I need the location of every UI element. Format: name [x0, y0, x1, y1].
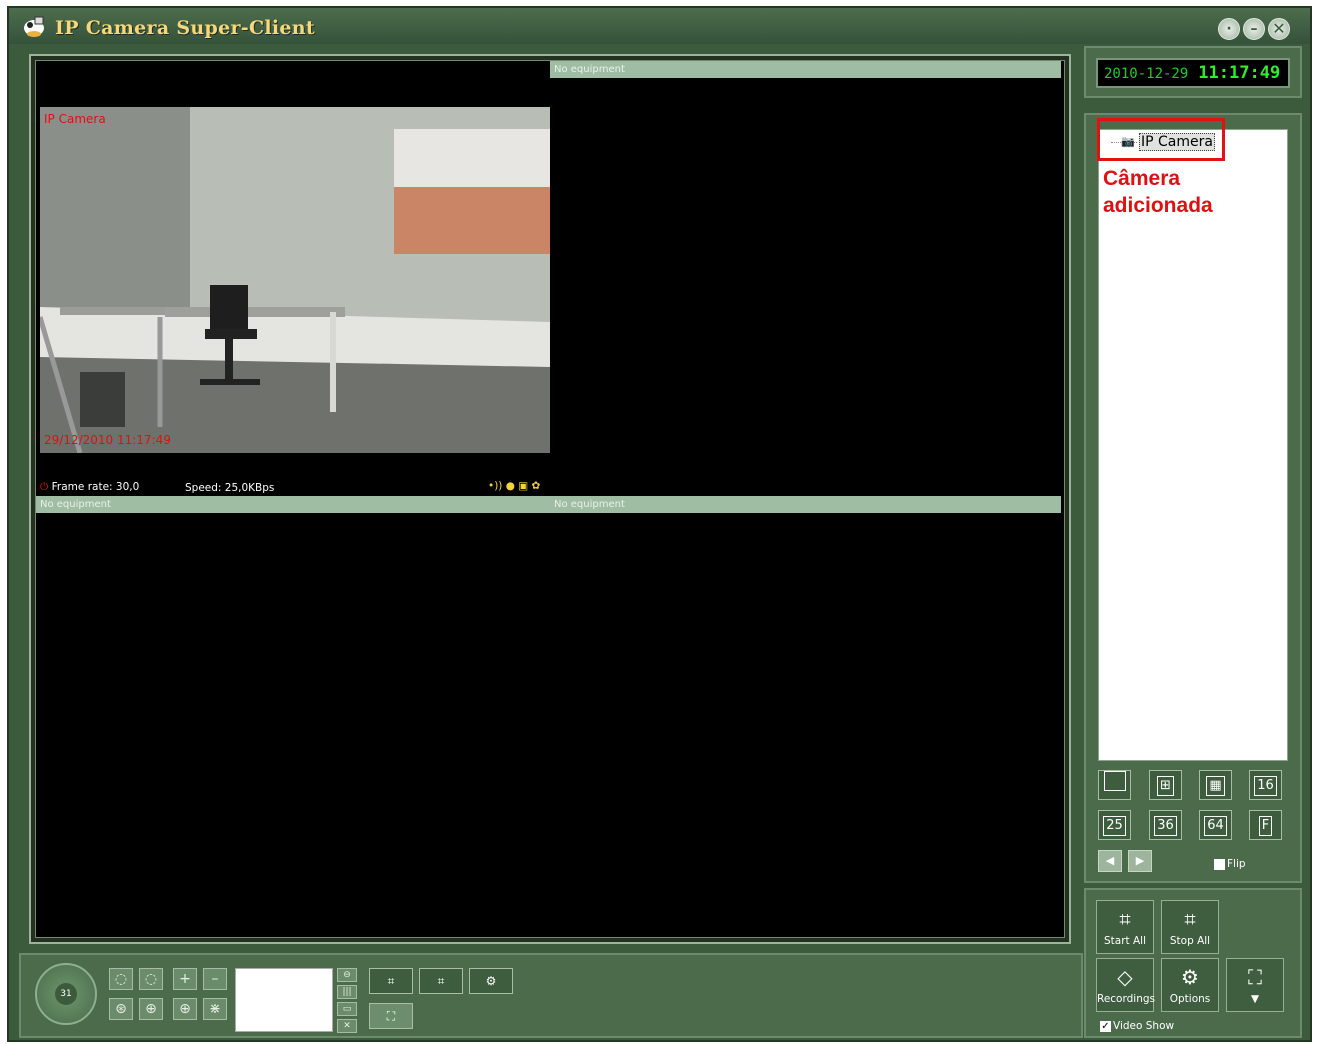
video-area: IP Camera 29/12/2010 11:17:49 ⏻ Frame ra… — [35, 60, 1065, 938]
video-show-checkbox[interactable]: ✓ Video Show — [1100, 1020, 1174, 1032]
start-all-button[interactable]: ⌗ Start All — [1096, 900, 1154, 954]
app-title: IP Camera Super-Client — [55, 17, 315, 39]
iris-open-button[interactable]: ⊛ — [109, 998, 133, 1020]
minimize-to-tray-button[interactable]: · — [1218, 18, 1240, 40]
prev-page-button[interactable]: ◀ — [1098, 850, 1122, 872]
layout-4-button[interactable]: ⊞ — [1149, 770, 1182, 800]
video-show-label: Video Show — [1113, 1020, 1175, 1032]
layout-25-button[interactable]: 25 — [1098, 810, 1131, 840]
side-btn-2[interactable]: ||| — [337, 985, 357, 999]
side-btn-3[interactable]: ▭ — [337, 1002, 357, 1016]
device-tree[interactable]: 📷 IP Camera — [1098, 129, 1288, 761]
snapshot-icon[interactable]: ▣ — [518, 480, 528, 492]
camera-overlay-timestamp: 29/12/2010 11:17:49 — [44, 433, 171, 447]
settings-gear-icon[interactable]: ✿ — [532, 480, 541, 492]
close-button[interactable]: ✕ — [1268, 18, 1290, 40]
side-btn-1[interactable]: ⊖ — [337, 968, 357, 982]
ptz-center[interactable]: 31 — [55, 983, 77, 1005]
focus-far-button[interactable]: ◌ — [139, 968, 163, 990]
options-icon: ⚙ — [1181, 965, 1199, 989]
clock-date: 2010-12-29 — [1104, 66, 1189, 82]
camera-view-1[interactable]: IP Camera 29/12/2010 11:17:49 — [40, 107, 550, 453]
frame-rate-info: ⏻ Frame rate: 30,0 — [40, 481, 140, 493]
layout-36-button[interactable]: 36 — [1149, 810, 1182, 840]
layout-9-button[interactable]: ▦ — [1199, 770, 1232, 800]
stop-all-button[interactable]: ⌗ Stop All — [1161, 900, 1219, 954]
app-window: IP Camera Super-Client · – ✕ IP Camera 2… — [7, 6, 1312, 1042]
speed-info: Speed: 25,0KBps — [185, 482, 275, 494]
recordings-icon: ◇ — [1117, 965, 1133, 989]
clock-panel: 2010-12-29 11:17:49 — [1084, 46, 1302, 98]
more-icon: ⛶ — [1248, 965, 1262, 989]
highlight-box — [1097, 118, 1225, 161]
video-show-checkbox-box[interactable]: ✓ — [1100, 1020, 1111, 1032]
clock-time: 11:17:49 — [1198, 63, 1281, 83]
start-all-icon: ⌗ — [1119, 907, 1131, 931]
recordings-button[interactable]: ◇ Recordings — [1096, 958, 1155, 1012]
config-tool-button[interactable]: ⚙ — [469, 968, 513, 994]
camera-slot-3-label[interactable]: No equipment — [36, 496, 550, 513]
flip-checkbox[interactable]: Flip — [1214, 858, 1246, 870]
control-panel: 31 ◌ ◌ + – ⊛ ⊕ ⊕ ⋇ ⊖ ||| ▭ ✕ ⌗ ⌗ ⚙ ⛶ — [19, 953, 1083, 1038]
title-bar[interactable]: IP Camera Super-Client · – ✕ — [9, 8, 1310, 44]
camera-slot-4-label[interactable]: No equipment — [550, 496, 1061, 513]
minimize-button[interactable]: – — [1243, 18, 1265, 40]
camera-slot-2-label[interactable]: No equipment — [550, 61, 1061, 78]
auto-tool-button[interactable]: ⛶ — [369, 1003, 413, 1029]
record-tool-button[interactable]: ⌗ — [369, 968, 413, 994]
action-panel: ⌗ Start All ⌗ Stop All ◇ Recordings ⚙ Op… — [1084, 888, 1302, 1038]
camera-overlay-label: IP Camera — [44, 112, 106, 126]
clock-display: 2010-12-29 11:17:49 — [1096, 58, 1290, 88]
annotation-line-2: adicionada — [1103, 194, 1213, 217]
layout-1-button[interactable] — [1098, 770, 1131, 800]
scan-button[interactable]: ⋇ — [203, 998, 227, 1020]
record-dot-icon[interactable]: ● — [506, 480, 515, 492]
zoom-out-button[interactable]: – — [203, 968, 227, 990]
layout-16-button[interactable]: 16 — [1249, 770, 1282, 800]
device-panel: 📷 IP Camera ⊞ ▦ 16 25 36 64 F ◀ ▶ Flip — [1084, 113, 1302, 883]
stop-all-icon: ⌗ — [1184, 907, 1196, 931]
preview-box — [235, 968, 333, 1032]
side-btn-4[interactable]: ✕ — [337, 1019, 357, 1033]
focus-near-button[interactable]: ◌ — [109, 968, 133, 990]
video-grid: IP Camera 29/12/2010 11:17:49 ⏻ Frame ra… — [29, 54, 1071, 944]
ptz-direction-pad[interactable]: 31 — [35, 963, 97, 1025]
preset-button[interactable]: ⊕ — [173, 998, 197, 1020]
annotation-line-1: Câmera — [1103, 167, 1181, 190]
capture-tool-button[interactable]: ⌗ — [419, 968, 463, 994]
audio-icon[interactable]: •)) — [488, 480, 502, 492]
dropdown-arrow-icon: ▼ — [1250, 993, 1260, 1005]
fullscreen-button[interactable]: F — [1249, 810, 1282, 840]
layout-64-button[interactable]: 64 — [1199, 810, 1232, 840]
zoom-in-button[interactable]: + — [173, 968, 197, 990]
flip-label: Flip — [1227, 858, 1246, 870]
camera-feed-image — [40, 107, 550, 453]
iris-close-button[interactable]: ⊕ — [139, 998, 163, 1020]
app-logo-icon — [24, 16, 44, 37]
flip-checkbox-box[interactable] — [1214, 858, 1225, 870]
options-button[interactable]: ⚙ Options — [1161, 958, 1219, 1012]
more-button[interactable]: ⛶ ▼ — [1226, 958, 1284, 1012]
camera-status-icons: •)) ● ▣ ✿ — [488, 480, 540, 492]
next-page-button[interactable]: ▶ — [1128, 850, 1152, 872]
annotation-text: Câmera adicionada — [1103, 165, 1213, 219]
power-icon: ⏻ — [40, 481, 49, 493]
